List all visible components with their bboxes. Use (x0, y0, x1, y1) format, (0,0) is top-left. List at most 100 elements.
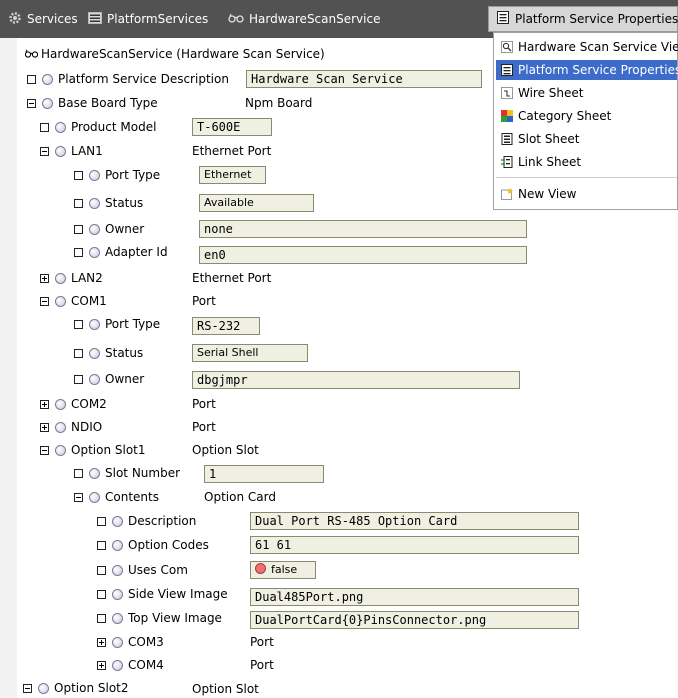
select-checkbox[interactable] (97, 540, 106, 550)
description-field[interactable]: Dual Port RS-485 Option Card (250, 512, 579, 530)
lan1-adapter-id-field[interactable]: en0 (199, 246, 527, 264)
tree-row-option-slot1[interactable]: Option Slot1 (40, 440, 146, 460)
tree-row-com1-status[interactable]: Status (74, 343, 143, 363)
wire-icon (501, 87, 513, 99)
tree-row-uses-com[interactable]: Uses Com (97, 560, 188, 580)
com1-status-field[interactable]: Serial Shell (192, 344, 308, 362)
com1-port-type-field[interactable]: RS-232 (192, 317, 260, 335)
breadcrumb-hardware-scan-service[interactable]: HardwareScanService (228, 9, 380, 29)
select-checkbox[interactable] (97, 613, 106, 623)
select-checkbox[interactable] (27, 74, 36, 84)
top-view-image-field[interactable]: DualPortCard{0}PinsConnector.png (250, 611, 579, 629)
uses-com-field[interactable]: false (250, 561, 316, 579)
tree-row-com4[interactable]: COM4 (97, 655, 164, 675)
gear-icon (8, 11, 22, 28)
slot-icon (112, 515, 123, 527)
slot-icon (89, 347, 100, 359)
menu-item-slot-sheet[interactable]: Slot Sheet (496, 129, 677, 149)
select-checkbox[interactable] (74, 319, 83, 329)
lan1-port-type-field[interactable]: Ethernet (199, 166, 266, 184)
select-checkbox[interactable] (74, 348, 83, 358)
row-label: COM3 (128, 635, 164, 649)
row-label: Status (105, 346, 144, 360)
slot-icon (112, 659, 123, 671)
product-model-field[interactable]: T-600E (192, 118, 272, 136)
menu-item-label: Link Sheet (518, 155, 582, 169)
link-sheet-icon (501, 156, 513, 168)
category-icon (501, 110, 513, 122)
tree-row-ndio[interactable]: NDIO (40, 417, 102, 437)
select-checkbox[interactable] (74, 198, 83, 208)
expand-toggle[interactable] (40, 399, 49, 409)
tree-row-product-model[interactable]: Product Model (40, 117, 156, 137)
view-selector-button[interactable]: Platform Service Properties (488, 6, 678, 32)
select-checkbox[interactable] (97, 565, 106, 575)
side-view-image-field[interactable]: Dual485Port.png (250, 588, 579, 606)
collapse-toggle[interactable] (40, 296, 49, 306)
select-checkbox[interactable] (40, 122, 49, 132)
tree-row-description[interactable]: Description (97, 511, 196, 531)
menu-item-link-sheet[interactable]: Link Sheet (496, 152, 677, 172)
collapse-toggle[interactable] (40, 146, 49, 156)
collapse-toggle[interactable] (74, 492, 83, 502)
menu-item-hardware-scan-service-view[interactable]: Hardware Scan Service View (496, 37, 678, 57)
select-checkbox[interactable] (74, 224, 83, 234)
option-codes-field[interactable]: 61 61 (250, 536, 579, 554)
tree-row-lan1-status[interactable]: Status (74, 193, 143, 213)
com1-owner-field[interactable]: dbgjmpr (192, 371, 520, 389)
platform-service-description-field[interactable]: Hardware Scan Service (246, 70, 482, 88)
sheet-icon (501, 64, 513, 76)
slot-icon (112, 636, 123, 648)
select-checkbox[interactable] (74, 374, 83, 384)
menu-item-new-view[interactable]: New View (496, 184, 677, 204)
select-checkbox[interactable] (74, 247, 83, 257)
tree-row-side-view-image[interactable]: Side View Image (97, 584, 228, 604)
menu-item-label: Category Sheet (518, 109, 612, 123)
select-checkbox[interactable] (74, 468, 83, 478)
tree-row-com1-owner[interactable]: Owner (74, 369, 144, 389)
tree-row-base-board-type[interactable]: Base Board Type (27, 93, 158, 113)
breadcrumb-platform-services[interactable]: PlatformServices (88, 9, 208, 29)
tree-row-platform-service-description[interactable]: Platform Service Description (27, 69, 229, 89)
tree-row-option-slot2[interactable]: Option Slot2 (23, 678, 129, 698)
select-checkbox[interactable] (97, 589, 106, 599)
breadcrumb-services-label: Services (27, 12, 78, 26)
tree-row-top-view-image[interactable]: Top View Image (97, 608, 222, 628)
row-label: Description (128, 514, 197, 528)
tree-row-lan1-port-type[interactable]: Port Type (74, 165, 160, 185)
tree-row-lan2[interactable]: LAN2 (40, 268, 103, 288)
tree-row-option-codes[interactable]: Option Codes (97, 535, 209, 555)
expand-toggle[interactable] (40, 422, 49, 432)
tree-row-com2[interactable]: COM2 (40, 394, 107, 414)
collapse-toggle[interactable] (40, 445, 49, 455)
select-checkbox[interactable] (97, 516, 106, 526)
row-label: LAN2 (71, 271, 103, 285)
lan1-status-field[interactable]: Available (199, 194, 314, 212)
tree-row-lan1[interactable]: LAN1 (40, 141, 103, 161)
row-label: COM2 (71, 397, 107, 411)
tree-row-lan1-adapter-id[interactable]: Adapter Id (74, 242, 168, 262)
tree-row-contents[interactable]: Contents (74, 487, 159, 507)
select-checkbox[interactable] (74, 170, 83, 180)
expand-toggle[interactable] (97, 637, 106, 647)
slot-number-field[interactable]: 1 (204, 465, 324, 483)
tree-row-com1-port-type[interactable]: Port Type (74, 314, 160, 334)
collapse-toggle[interactable] (27, 98, 36, 108)
menu-item-platform-service-properties[interactable]: Platform Service Properties (496, 60, 678, 80)
collapse-toggle[interactable] (23, 683, 32, 693)
lan1-owner-field[interactable]: none (199, 220, 527, 238)
expand-toggle[interactable] (40, 273, 49, 283)
menu-item-category-sheet[interactable]: Category Sheet (496, 106, 677, 126)
slot-icon (55, 121, 66, 133)
tree-row-slot-number[interactable]: Slot Number (74, 463, 180, 483)
row-label: Status (105, 196, 144, 210)
tree-row-com1[interactable]: COM1 (40, 291, 107, 311)
row-label: Contents (105, 490, 159, 504)
menu-item-wire-sheet[interactable]: Wire Sheet (496, 83, 677, 103)
tree-row-lan1-owner[interactable]: Owner (74, 219, 144, 239)
breadcrumb-services[interactable]: Services (8, 9, 78, 29)
slot-icon (42, 73, 53, 85)
tree-row-com3[interactable]: COM3 (97, 632, 164, 652)
expand-toggle[interactable] (97, 660, 106, 670)
component-header: HardwareScanService (Hardware Scan Servi… (24, 46, 325, 62)
